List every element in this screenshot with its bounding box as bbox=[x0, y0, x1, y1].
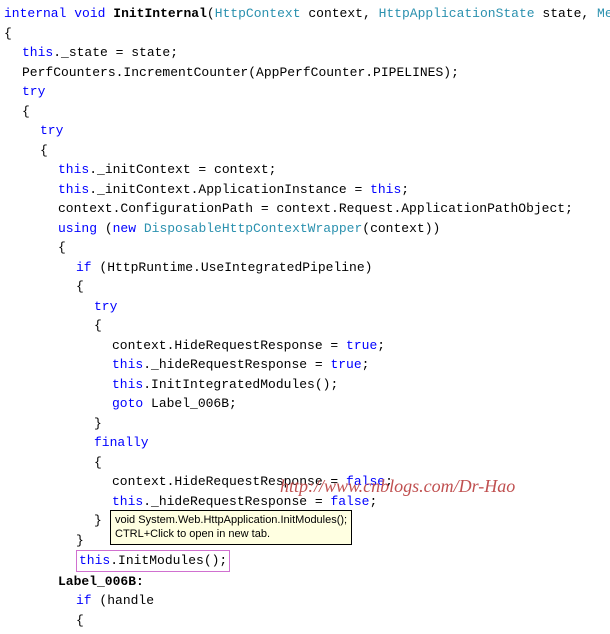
stmt-perfcounters: PerfCounters.IncrementCounter(AppPerfCou… bbox=[4, 63, 606, 83]
brace: { bbox=[4, 316, 606, 336]
type-httpcontext: HttpContext bbox=[215, 6, 301, 21]
stmt-if-handle: if (handle bbox=[4, 591, 606, 611]
method-name: InitInternal bbox=[113, 6, 207, 21]
stmt-initintegrated: this.InitIntegratedModules(); bbox=[4, 375, 606, 395]
highlighted-call[interactable]: this.InitModules(); bbox=[76, 550, 230, 572]
method-signature: internal void InitInternal(HttpContext c… bbox=[4, 4, 606, 24]
keyword-try: try bbox=[4, 82, 606, 102]
stmt-initmodules-line: this.InitModules(); bbox=[4, 550, 606, 572]
brace: } bbox=[4, 414, 606, 434]
stmt-hidereq: context.HideRequestResponse = true; bbox=[4, 336, 606, 356]
brace: { bbox=[4, 238, 606, 258]
brace: { bbox=[4, 102, 606, 122]
stmt-initcontext: this._initContext = context; bbox=[4, 160, 606, 180]
brace: { bbox=[4, 611, 606, 631]
keyword-try: try bbox=[4, 121, 606, 141]
hover-tooltip: void System.Web.HttpApplication.InitModu… bbox=[110, 510, 352, 545]
brace: { bbox=[4, 141, 606, 161]
type-methodinfo: MethodInfo bbox=[597, 6, 610, 21]
watermark-url: http://www.cnblogs.com/Dr-Hao bbox=[280, 473, 515, 500]
tooltip-signature: void System.Web.HttpApplication.InitModu… bbox=[115, 513, 347, 527]
brace: { bbox=[4, 24, 606, 44]
keyword-void: void bbox=[74, 6, 105, 21]
stmt-hidereq-this: this._hideRequestResponse = true; bbox=[4, 355, 606, 375]
stmt-state: this._state = state; bbox=[4, 43, 606, 63]
tooltip-hint: CTRL+Click to open in new tab. bbox=[115, 527, 347, 541]
label-006b: Label_006B: bbox=[4, 572, 606, 592]
stmt-appinstance: this._initContext.ApplicationInstance = … bbox=[4, 180, 606, 200]
type-httpappstate: HttpApplicationState bbox=[379, 6, 535, 21]
keyword-internal: internal bbox=[4, 6, 66, 21]
brace: { bbox=[4, 453, 606, 473]
stmt-configpath: context.ConfigurationPath = context.Requ… bbox=[4, 199, 606, 219]
keyword-finally: finally bbox=[4, 433, 606, 453]
stmt-if: if (HttpRuntime.UseIntegratedPipeline) bbox=[4, 258, 606, 278]
stmt-goto: goto Label_006B; bbox=[4, 394, 606, 414]
keyword-try: try bbox=[4, 297, 606, 317]
stmt-using: using (new DisposableHttpContextWrapper(… bbox=[4, 219, 606, 239]
brace: { bbox=[4, 277, 606, 297]
